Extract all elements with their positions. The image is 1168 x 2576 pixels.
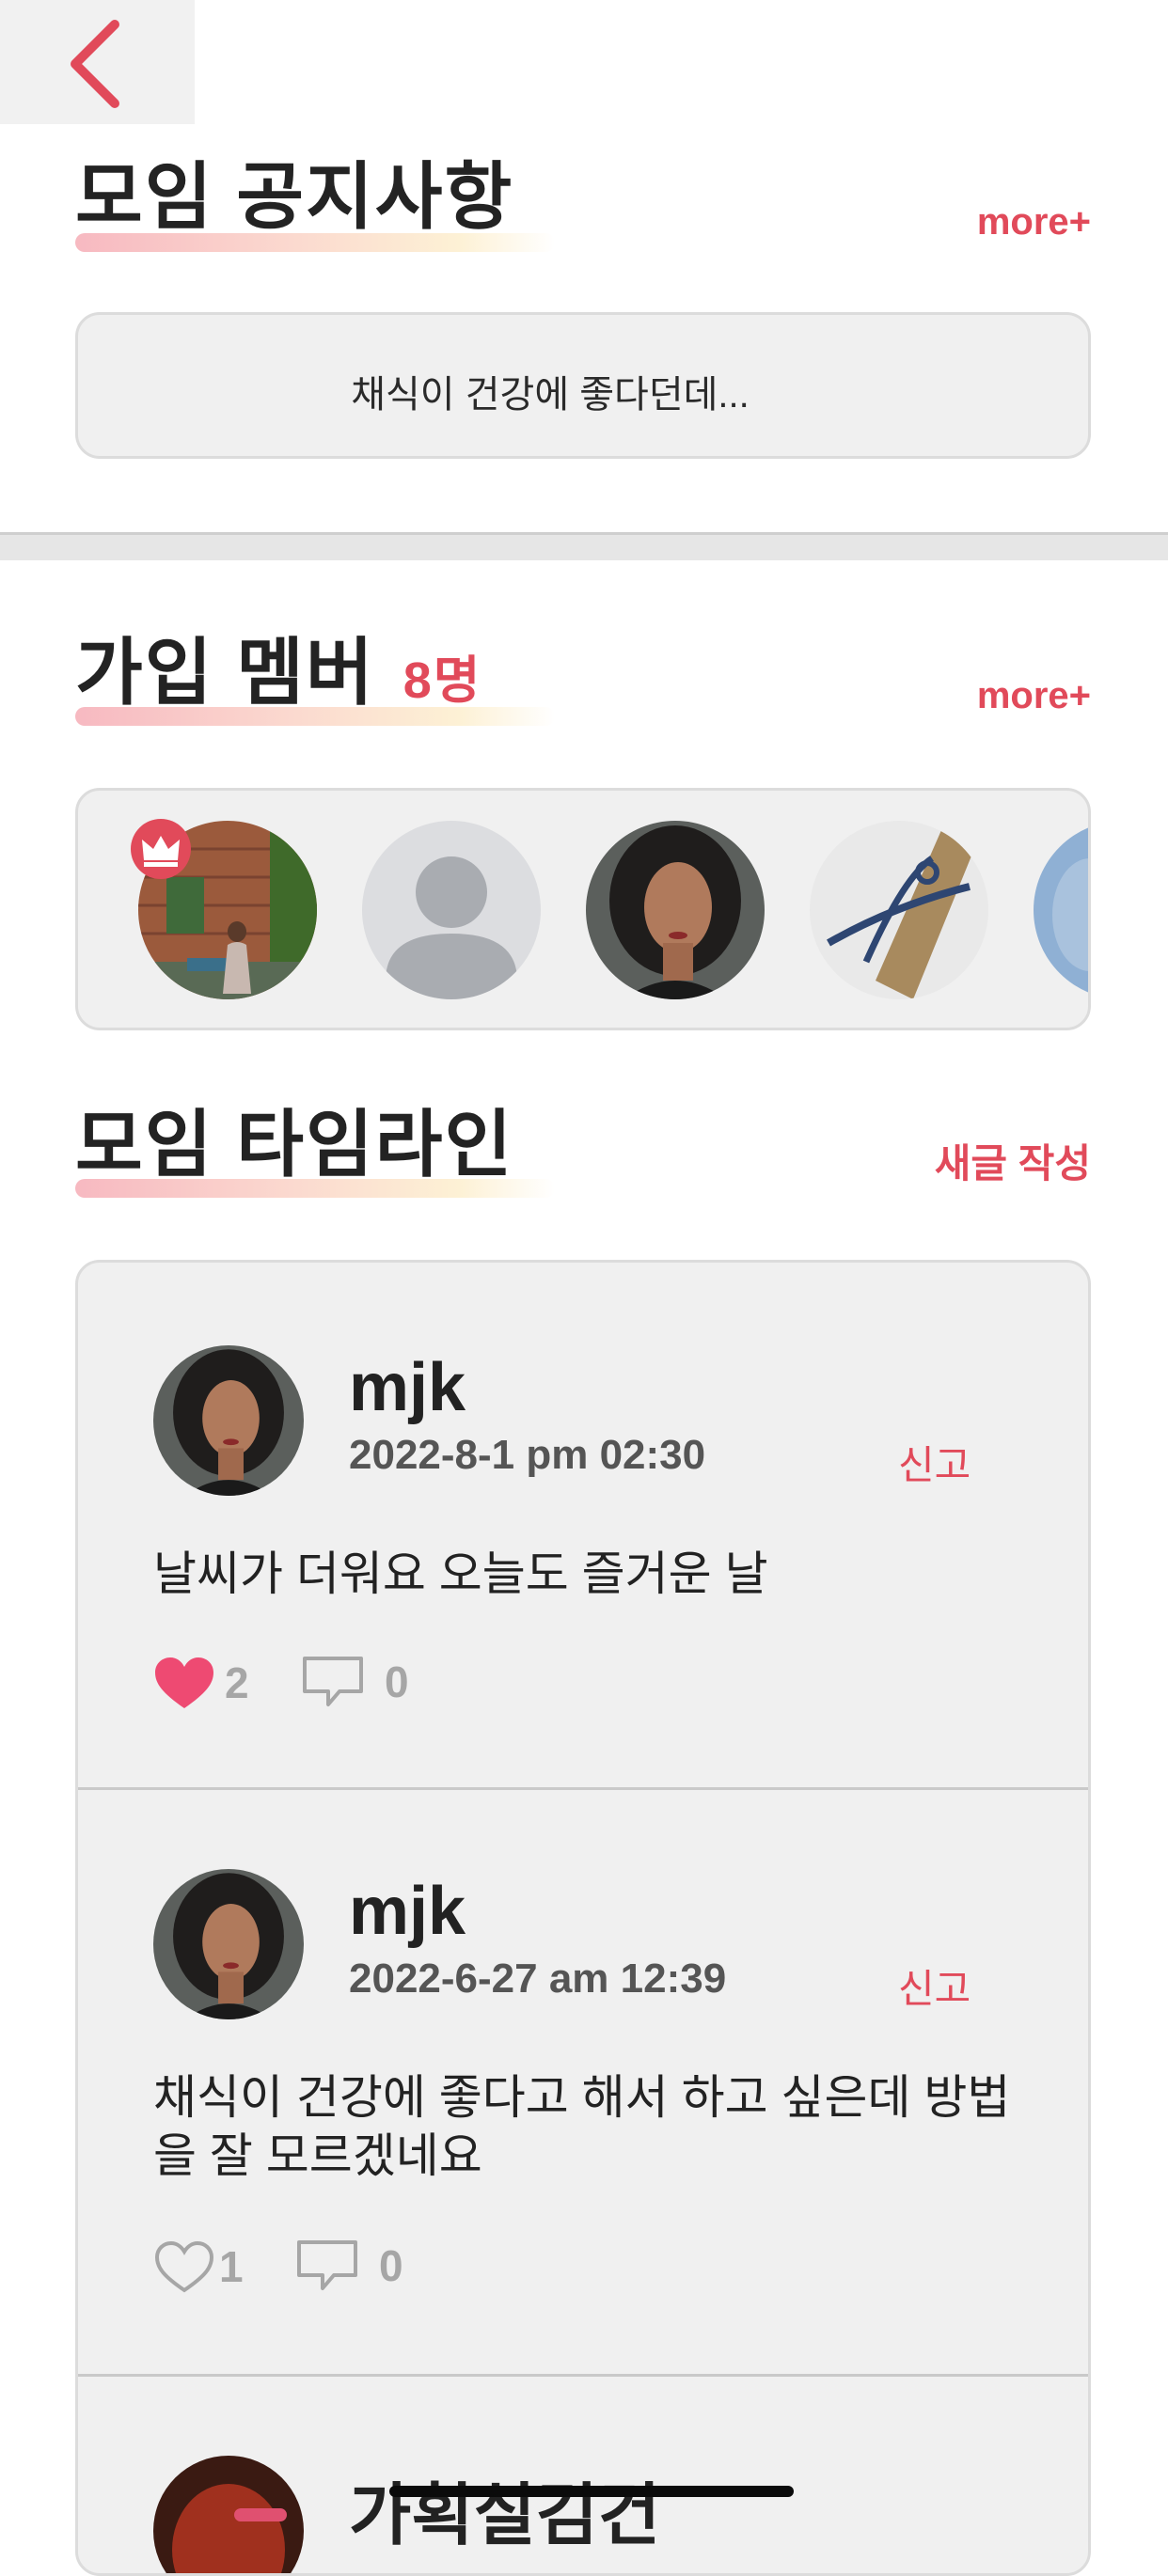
comment-icon: [303, 1657, 363, 1706]
home-indicator: [389, 2486, 794, 2497]
member-avatar[interactable]: [586, 821, 765, 999]
default-person-icon: [362, 821, 541, 999]
member-photo: [586, 821, 765, 999]
report-button[interactable]: 신고: [898, 1957, 971, 2015]
members-more-link[interactable]: more+: [977, 675, 1091, 717]
timeline-post[interactable]: 가획실김건: [78, 2377, 1088, 2573]
post-content: 날씨가 더워요 오늘도 즐거운 날: [153, 1547, 768, 1600]
post-author-avatar[interactable]: [153, 2456, 304, 2573]
crown-icon: [142, 836, 180, 867]
notice-preview-card[interactable]: 채식이 건강에 좋다던데...: [75, 312, 1091, 459]
notice-title: 모임 공지사항: [75, 155, 514, 238]
post-date: 2022-8-1 pm 02:30: [349, 1432, 706, 1478]
member-avatar[interactable]: [362, 821, 541, 999]
post-date: 2022-6-27 am 12:39: [349, 1956, 727, 2002]
member-photo: [810, 821, 988, 999]
post-author-name: mjk: [349, 1874, 466, 1949]
section-title-members: 가입 멤버 8명: [75, 636, 481, 709]
heart-filled-icon: [155, 1657, 213, 1708]
member-avatar[interactable]: [1034, 821, 1088, 999]
section-divider: [0, 532, 1168, 560]
leader-crown-badge: [131, 819, 191, 879]
post-content: 채식이 건강에 좋다고 해서 하고 싶은데 방법을 잘 모르겠네요: [153, 2071, 1011, 2182]
members-title: 가입 멤버: [75, 631, 375, 714]
timeline-post[interactable]: mjk 2022-8-1 pm 02:30 신고 날씨가 더워요 오늘도 즐거운…: [78, 1263, 1088, 1787]
comment-button[interactable]: 0: [296, 2239, 403, 2292]
notice-preview-text: 채식이 건강에 좋다던데...: [351, 374, 750, 416]
member-list: [75, 788, 1091, 1030]
like-button[interactable]: 2: [153, 1656, 249, 1710]
section-title-notice: 모임 공지사항: [75, 160, 513, 233]
comment-icon: [297, 2240, 357, 2290]
comment-count: 0: [379, 2241, 403, 2290]
like-count: 2: [225, 1658, 249, 1707]
member-count: 8명: [402, 652, 482, 709]
chevron-left-icon: [71, 20, 119, 108]
like-count: 1: [219, 2242, 244, 2291]
like-button[interactable]: 1: [153, 2239, 244, 2294]
comment-button[interactable]: 0: [302, 1656, 409, 1708]
back-button[interactable]: [0, 0, 195, 124]
member-photo: [153, 1869, 304, 2019]
post-author-avatar[interactable]: [153, 1869, 304, 2019]
section-title-timeline: 모임 타임라인: [75, 1107, 513, 1181]
member-photo: [1034, 821, 1088, 999]
write-post-link[interactable]: 새글 작성: [935, 1132, 1091, 1189]
post-author-name: mjk: [349, 1350, 466, 1425]
timeline-list: mjk 2022-8-1 pm 02:30 신고 날씨가 더워요 오늘도 즐거운…: [75, 1260, 1091, 2576]
post-author-avatar[interactable]: [153, 1345, 304, 1496]
timeline-post[interactable]: mjk 2022-6-27 am 12:39 신고 채식이 건강에 좋다고 해서…: [78, 1790, 1088, 2373]
post-author-name: 가획실김건: [349, 2478, 661, 2553]
member-photo: [153, 2456, 304, 2573]
member-avatar[interactable]: [810, 821, 988, 999]
timeline-title: 모임 타임라인: [75, 1103, 514, 1186]
heart-outline-icon: [154, 2240, 214, 2293]
member-photo: [153, 1345, 304, 1496]
notice-more-link[interactable]: more+: [977, 201, 1091, 243]
report-button[interactable]: 신고: [898, 1434, 971, 1491]
comment-count: 0: [385, 1657, 409, 1706]
